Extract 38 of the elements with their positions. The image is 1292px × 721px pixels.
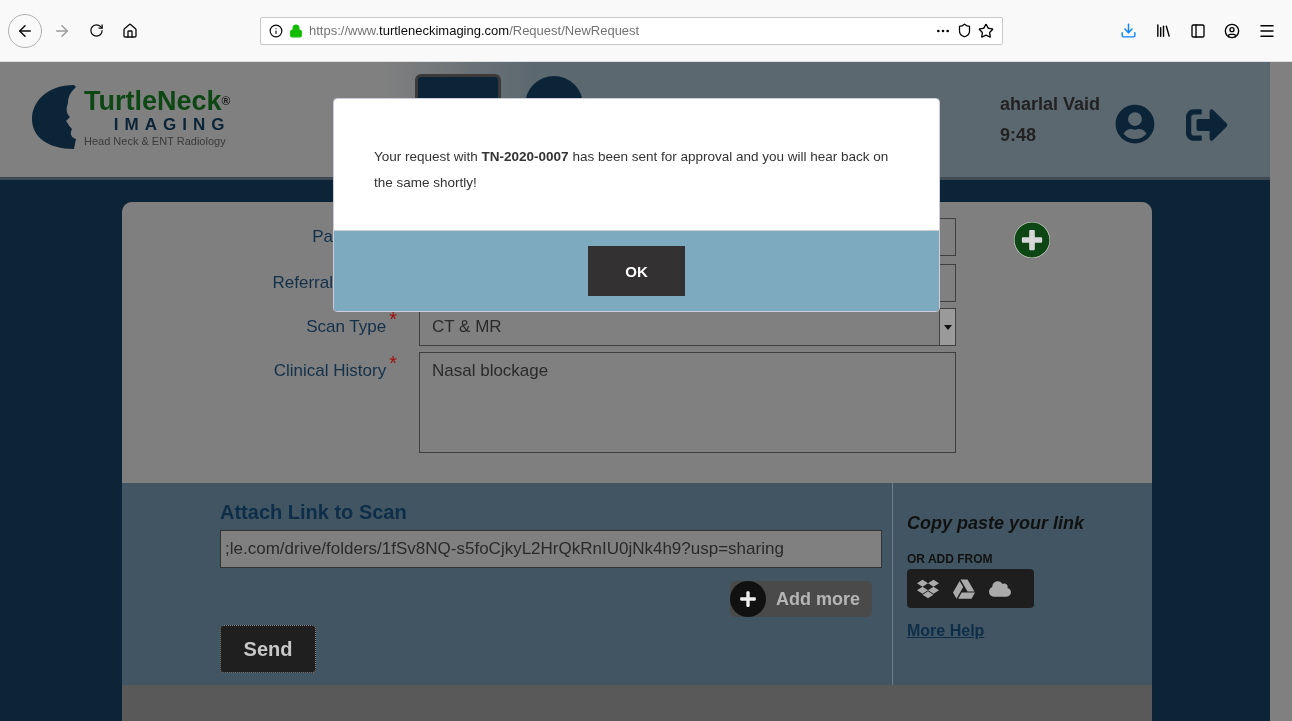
brand-subtitle: IMAGING [112, 114, 231, 135]
brand-name: TurtleNeck® [84, 86, 231, 115]
field-label: Referral [272, 272, 333, 293]
dropdown-caret-icon[interactable] [939, 309, 955, 345]
library-icon[interactable] [1155, 22, 1172, 39]
star-icon[interactable] [978, 22, 994, 39]
required-mark: * [389, 352, 397, 375]
dropbox-icon[interactable] [917, 577, 939, 600]
scrollbar[interactable] [1270, 62, 1292, 721]
dialog-message: Your request with TN-2020-0007 has been sent for approval and you will hear back on the same shortly! [374, 148, 890, 192]
field-label: Scan Type [306, 316, 387, 337]
account-icon[interactable] [1224, 22, 1240, 39]
add-more-button[interactable]: Add more [730, 581, 872, 617]
address-bar[interactable]: https://www.turtleneckimaging.com/Request/NewRequest [260, 16, 1003, 45]
send-button[interactable]: Send [220, 625, 316, 673]
hint-text: Copy paste your link [907, 513, 1085, 534]
field-label: Pa [312, 226, 333, 247]
home-icon [122, 22, 138, 39]
field-label: Clinical History [273, 360, 387, 381]
url-text: https://www.turtleneckimaging.com/Request/NewRequest [309, 23, 641, 38]
drive-icon[interactable] [953, 577, 975, 600]
required-mark: * [389, 308, 397, 331]
time-text: 9:48 [999, 124, 1037, 146]
or-add-label: OR ADD FROM [907, 552, 994, 566]
lock-icon [289, 23, 303, 38]
user-name: aharlal Vaid [999, 93, 1100, 115]
download-icon[interactable] [1120, 22, 1137, 39]
reload-icon [88, 23, 104, 38]
user-icon[interactable] [1115, 104, 1155, 144]
scan-type-select[interactable]: CT & MR [419, 308, 956, 346]
add-icon[interactable] [1014, 222, 1050, 258]
plus-icon [730, 581, 766, 617]
ok-button[interactable]: OK [588, 246, 685, 296]
link-field[interactable]: ;le.com/drive/folders/1fSv8NQ-s5foCjkyL2HrQkRnIU0jNk4h9?usp=sharing [220, 530, 882, 568]
text-area[interactable]: Nasal blockage [419, 352, 956, 453]
sidebar-icon[interactable] [1190, 22, 1206, 39]
brand-tagline: Head Neck & ENT Radiology [84, 134, 227, 147]
info-icon[interactable] [269, 23, 283, 38]
